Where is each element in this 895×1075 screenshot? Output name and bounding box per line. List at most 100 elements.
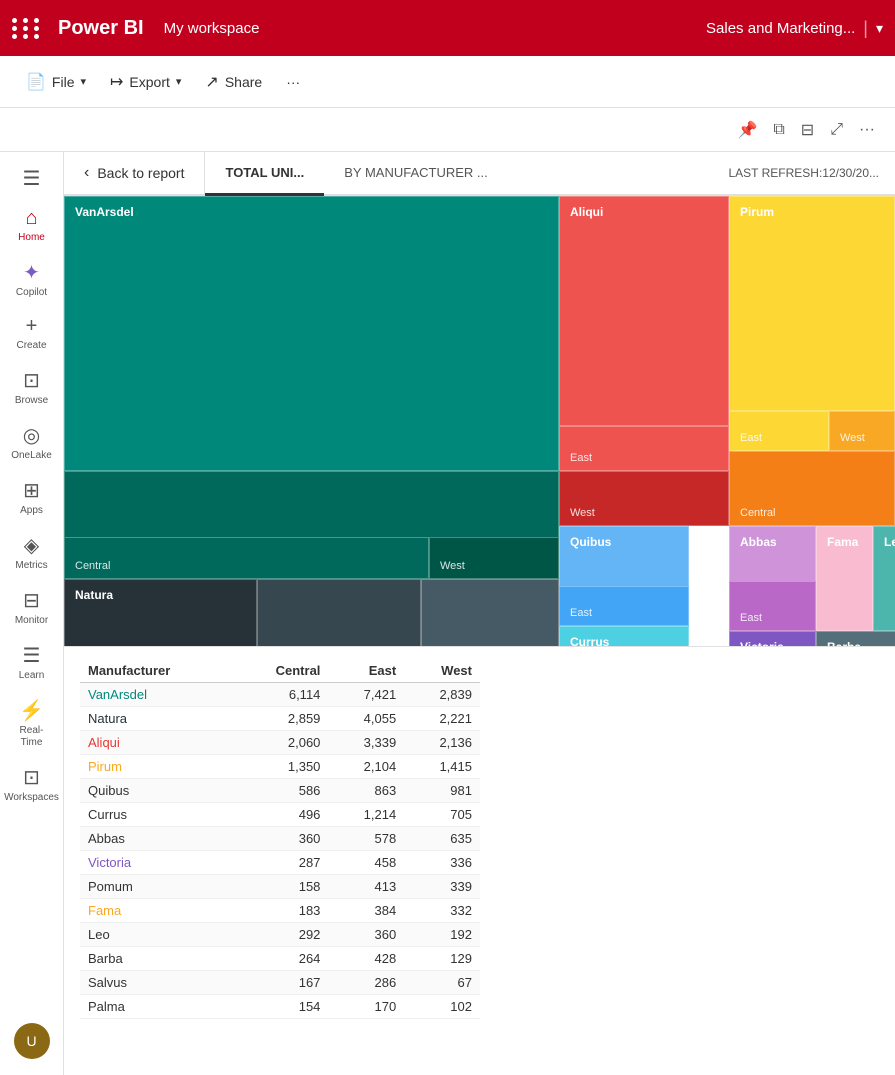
report-name-area: Sales and Marketing... | ▾ [706, 18, 883, 39]
treemap-cell[interactable]: Central [257, 579, 421, 646]
table-row[interactable]: VanArsdel6,1147,4212,839 [80, 683, 480, 707]
treemap-cell[interactable]: Victoria [729, 631, 816, 646]
cell-value: 1,350 [234, 755, 329, 779]
back-to-report-label: Back to report [97, 165, 184, 181]
table-row[interactable]: Palma154170102 [80, 995, 480, 1019]
sidebar-item-home[interactable]: ⌂ Home [6, 201, 58, 250]
main-toolbar: 📄 File ▾ ↦ Export ▾ ↗ Share ··· [0, 56, 895, 108]
sidebar-browse-label: Browse [15, 395, 48, 407]
sidebar-metrics-label: Metrics [15, 560, 47, 572]
tab-by-manufacturer[interactable]: BY MANUFACTURER ... [324, 152, 508, 196]
app-launcher-button[interactable] [12, 18, 42, 39]
table-row[interactable]: Victoria287458336 [80, 851, 480, 875]
table-row[interactable]: Pirum1,3502,1041,415 [80, 755, 480, 779]
table-row[interactable]: Abbas360578635 [80, 827, 480, 851]
cell-value: 287 [234, 851, 329, 875]
treemap-cell[interactable]: Central [729, 451, 895, 526]
treemap-cell-label: VanArsdel [69, 201, 140, 223]
treemap-cell-label: Natura [69, 584, 119, 606]
treemap-cell-sublabel: Central [734, 505, 781, 521]
cell-value: 360 [328, 923, 404, 947]
sidebar-item-copilot[interactable]: ✦ Copilot [6, 254, 58, 305]
sidebar-workspaces-label: Workspaces [4, 792, 59, 804]
more-icon: ··· [286, 74, 300, 90]
cell-value: 458 [328, 851, 404, 875]
treemap-cell[interactable]: Aliqui [559, 196, 729, 426]
sidebar-item-apps[interactable]: ⊞ Apps [6, 472, 58, 523]
cell-manufacturer: Currus [80, 803, 234, 827]
data-table: Manufacturer Central East West VanArsdel… [80, 659, 480, 1019]
sidebar-item-onelake[interactable]: ◎ OneLake [6, 417, 58, 468]
treemap-cell[interactable]: East [559, 426, 729, 471]
col-central: Central [234, 659, 329, 683]
sidebar-item-realtime[interactable]: ⚡ Real-Time [6, 692, 58, 755]
sidebar-item-menu[interactable]: ☰ [6, 160, 58, 197]
filter-icon[interactable]: ⊟ [797, 116, 818, 144]
more-button[interactable]: ··· [276, 68, 310, 96]
cell-manufacturer: Pomum [80, 875, 234, 899]
table-row[interactable]: Quibus586863981 [80, 779, 480, 803]
table-row[interactable]: Salvus16728667 [80, 971, 480, 995]
export-button[interactable]: ↦ Export ▾ [100, 66, 191, 98]
home-icon: ⌂ [25, 207, 37, 230]
treemap-cell[interactable]: West [559, 471, 729, 526]
sidebar-item-browse[interactable]: ⊡ Browse [6, 362, 58, 413]
sidebar-item-learn[interactable]: ☰ Learn [6, 637, 58, 688]
sidebar-apps-label: Apps [20, 505, 43, 517]
learn-icon: ☰ [23, 643, 41, 668]
table-row[interactable]: Barba264428129 [80, 947, 480, 971]
table-row[interactable]: Currus4961,214705 [80, 803, 480, 827]
file-button[interactable]: 📄 File ▾ [16, 66, 96, 98]
treemap-cell[interactable]: East [559, 586, 689, 626]
focus-mode-icon[interactable]: ⤢ [826, 117, 847, 143]
cell-value: 7,421 [328, 683, 404, 707]
tab-bar: ‹ Back to report TOTAL UNI... BY MANUFAC… [64, 152, 895, 196]
treemap-cell[interactable]: Leo [873, 526, 895, 631]
treemap-cell[interactable]: West [829, 411, 895, 451]
cell-value: 981 [404, 779, 480, 803]
share-button[interactable]: ↗ Share [195, 66, 272, 98]
back-to-report-button[interactable]: ‹ Back to report [64, 152, 205, 194]
cell-manufacturer: Abbas [80, 827, 234, 851]
sidebar-item-workspaces[interactable]: ⊡ Workspaces [6, 759, 58, 810]
cell-value: 264 [234, 947, 329, 971]
table-row[interactable]: Leo292360192 [80, 923, 480, 947]
tab-total-units[interactable]: TOTAL UNI... [205, 152, 324, 196]
table-row[interactable]: Pomum158413339 [80, 875, 480, 899]
report-dropdown-button[interactable]: ▾ [876, 20, 883, 37]
treemap-cell[interactable]: VanArsdel [64, 196, 559, 471]
treemap-container[interactable]: VanArsdelEastCentralWestNaturaCentralWes… [64, 196, 895, 646]
hamburger-icon: ☰ [23, 166, 41, 191]
sidebar-item-monitor[interactable]: ⊟ Monitor [6, 582, 58, 633]
sidebar-item-metrics[interactable]: ◈ Metrics [6, 527, 58, 578]
treemap-cell[interactable]: Fama [816, 526, 873, 631]
treemap-cell[interactable]: West [421, 579, 559, 646]
table-row[interactable]: Fama183384332 [80, 899, 480, 923]
pin-icon[interactable]: 📌 [733, 116, 761, 144]
treemap-cell-label: Pirum [734, 201, 780, 223]
treemap-cell[interactable]: East [729, 581, 816, 631]
cell-value: 413 [328, 875, 404, 899]
table-row[interactable]: Aliqui2,0603,3392,136 [80, 731, 480, 755]
sidebar-item-create[interactable]: + Create [6, 309, 58, 358]
cell-value: 336 [404, 851, 480, 875]
sidebar: ☰ ⌂ Home ✦ Copilot + Create ⊡ Browse ◎ O… [0, 152, 64, 1075]
copy-icon[interactable]: ⧉ [769, 117, 788, 143]
treemap-cell[interactable]: West [429, 537, 559, 579]
treemap-cell[interactable]: East [729, 411, 829, 451]
treemap-cell[interactable]: Currus [559, 626, 689, 646]
treemap-cell[interactable]: Barba [816, 631, 895, 646]
more-options-icon[interactable]: ··· [855, 117, 879, 143]
cell-value: 292 [234, 923, 329, 947]
cell-value: 384 [328, 899, 404, 923]
realtime-icon: ⚡ [19, 698, 44, 723]
cell-manufacturer: Aliqui [80, 731, 234, 755]
treemap-cell[interactable]: Central [64, 537, 429, 579]
treemap-cell[interactable]: Natura [64, 579, 257, 646]
treemap-cell[interactable]: Pirum [729, 196, 895, 411]
workspace-label[interactable]: My workspace [164, 20, 260, 37]
cell-value: 2,859 [234, 707, 329, 731]
cell-value: 360 [234, 827, 329, 851]
table-row[interactable]: Natura2,8594,0552,221 [80, 707, 480, 731]
user-avatar[interactable]: U [14, 1023, 50, 1059]
